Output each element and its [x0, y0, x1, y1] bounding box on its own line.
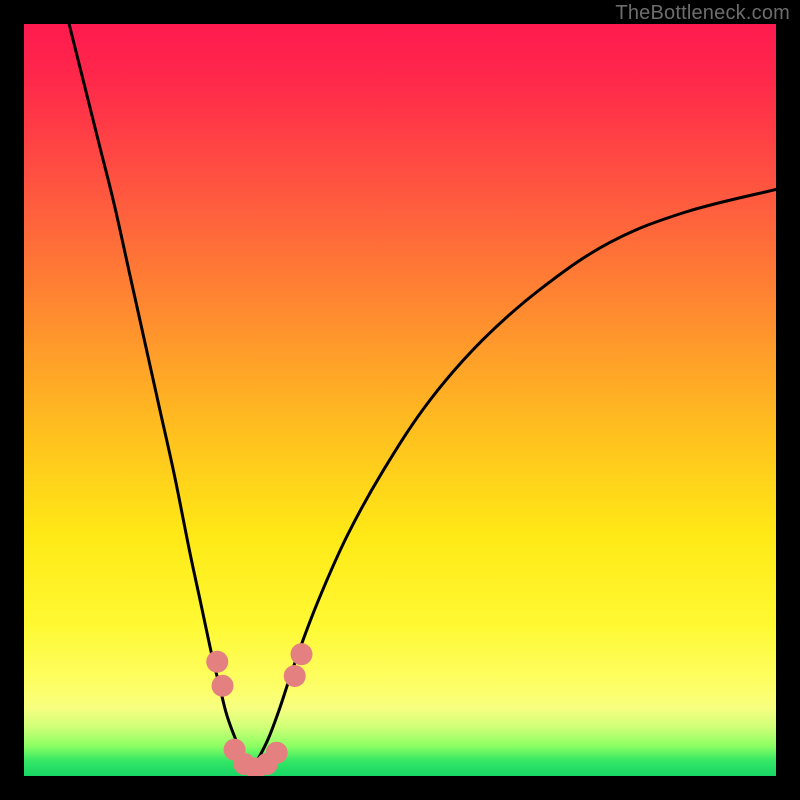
marker-group: [206, 643, 312, 776]
marker-left-upper: [206, 651, 228, 673]
attribution-text: TheBottleneck.com: [615, 2, 790, 25]
marker-valley-5: [266, 742, 288, 764]
plot-area: [24, 24, 776, 776]
curve-right-branch: [250, 189, 776, 776]
marker-right-upper: [290, 643, 312, 665]
marker-right-lower: [284, 665, 306, 687]
outer-frame: TheBottleneck.com: [0, 0, 800, 800]
chart-svg: [24, 24, 776, 776]
marker-left-lower: [212, 675, 234, 697]
